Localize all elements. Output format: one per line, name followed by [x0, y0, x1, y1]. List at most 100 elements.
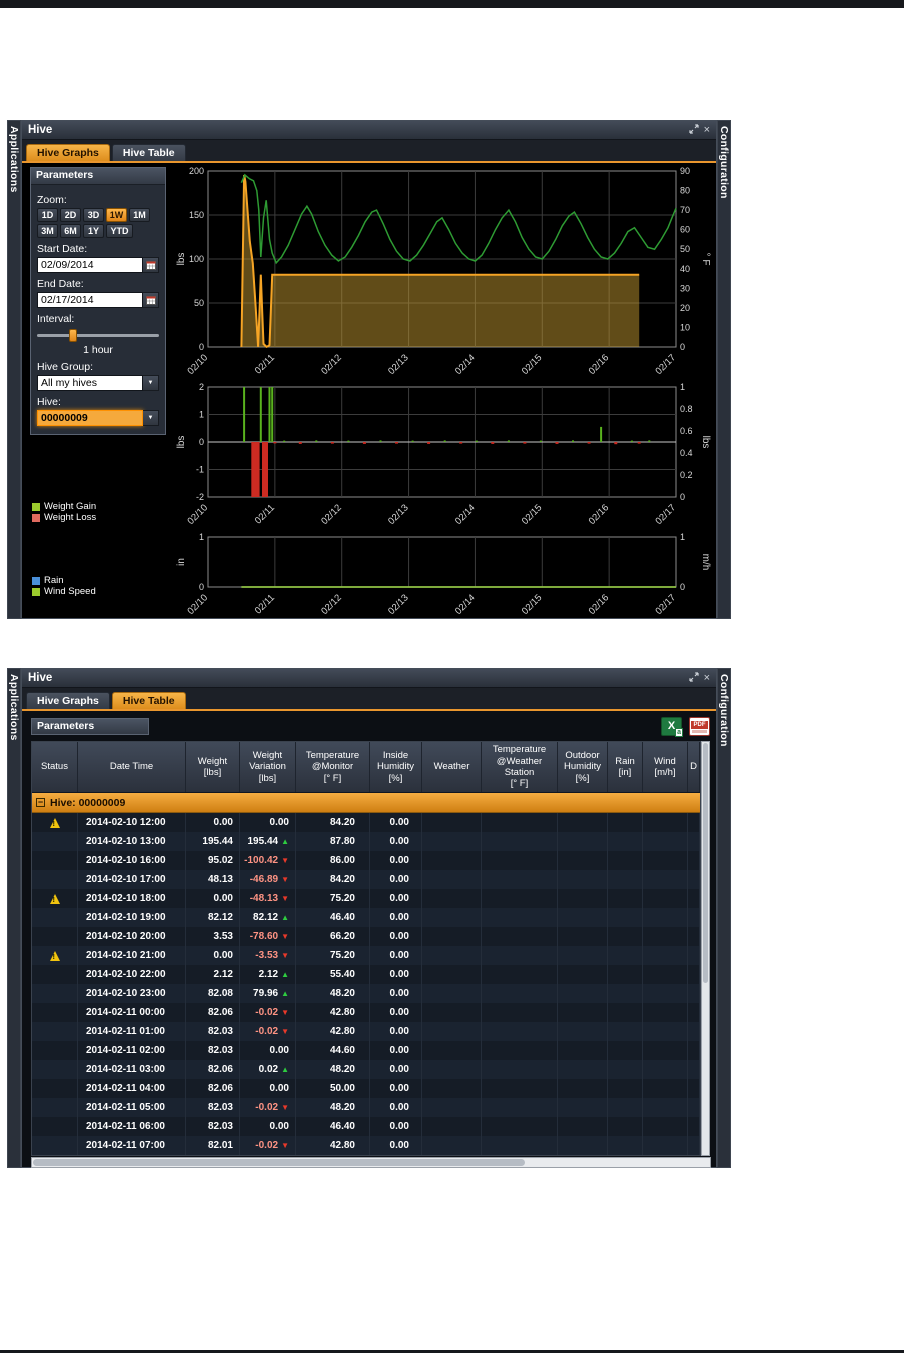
cell-inside-humidity: 0.00 — [370, 965, 422, 984]
end-date-input[interactable] — [37, 292, 143, 308]
configuration-side-tab[interactable]: Configuration — [717, 120, 731, 619]
close-icon[interactable]: × — [704, 124, 710, 136]
applications-side-tab[interactable]: Applications — [7, 120, 21, 619]
column-header-10[interactable]: Rain [in] — [608, 742, 643, 792]
horizontal-scrollbar[interactable] — [31, 1157, 711, 1168]
cell-temperature-monitor: 46.40 — [296, 1117, 370, 1136]
start-date-input[interactable] — [37, 257, 143, 273]
column-header-4[interactable]: Weight Variation [lbs] — [240, 742, 296, 792]
cell-wind — [643, 1098, 688, 1117]
table-body: ! 2014-02-10 12:00 0.00 0.00 84.20 0.00 2014-0… — [32, 813, 700, 1155]
cell-temperature-weather-station — [482, 1098, 558, 1117]
hive-group-select[interactable] — [37, 375, 143, 391]
slider-track[interactable] — [37, 334, 159, 337]
table-row[interactable]: 2014-02-11 04:00 82.06 0.00 50.00 0.00 — [32, 1079, 700, 1098]
slider-handle[interactable] — [68, 329, 77, 342]
column-header-6[interactable]: Inside Humidity [%] — [370, 742, 422, 792]
cell-status: ! — [32, 813, 78, 832]
resize-icon[interactable] — [688, 123, 699, 137]
cell-temperature-monitor: 42.80 — [296, 1022, 370, 1041]
hive-group-row[interactable]: − Hive: 00000009 — [32, 793, 700, 813]
down-arrow-icon: ▼ — [281, 1103, 289, 1112]
zoom-button-1d[interactable]: 1D — [37, 208, 58, 222]
cell-weight-variation: 2.12 ▲ — [240, 965, 296, 984]
table-row[interactable]: 2014-02-11 02:00 82.03 0.00 44.60 0.00 — [32, 1041, 700, 1060]
cell-rain — [608, 851, 643, 870]
table-row[interactable]: 2014-02-11 07:00 82.01 -0.02 ▼ 42.80 0.00 — [32, 1136, 700, 1155]
tab-hive-graphs[interactable]: Hive Graphs — [26, 692, 110, 709]
table-row[interactable]: 2014-02-11 03:00 82.06 0.02 ▲ 48.20 0.00 — [32, 1060, 700, 1079]
tab-hive-table[interactable]: Hive Table — [111, 144, 186, 161]
cell-temperature-weather-station — [482, 984, 558, 1003]
hive-select[interactable] — [37, 410, 143, 426]
cell-datetime: 2014-02-10 18:00 — [78, 889, 186, 908]
zoom-button-1y[interactable]: 1Y — [83, 224, 104, 238]
zoom-button-1w[interactable]: 1W — [106, 208, 127, 222]
horizontal-scrollbar-thumb[interactable] — [33, 1159, 525, 1166]
cell-rain — [608, 908, 643, 927]
svg-text:30: 30 — [680, 283, 690, 293]
cell-temperature-weather-station — [482, 908, 558, 927]
tab-hive-graphs[interactable]: Hive Graphs — [26, 144, 110, 161]
column-header-7[interactable]: Weather — [422, 742, 482, 792]
vertical-scrollbar-thumb[interactable] — [703, 743, 708, 983]
collapse-icon[interactable]: − — [36, 798, 45, 807]
table-row[interactable]: 2014-02-11 01:00 82.03 -0.02 ▼ 42.80 0.00 — [32, 1022, 700, 1041]
cell-status — [32, 1041, 78, 1060]
table-row[interactable]: 2014-02-11 05:00 82.03 -0.02 ▼ 48.20 0.00 — [32, 1098, 700, 1117]
configuration-side-tab[interactable]: Configuration — [717, 668, 731, 1168]
table-row[interactable]: 2014-02-11 00:00 82.06 -0.02 ▼ 42.80 0.00 — [32, 1003, 700, 1022]
tab-bar: Hive Graphs Hive Table — [22, 688, 716, 709]
parameters-header[interactable]: Parameters — [31, 168, 165, 185]
table-row[interactable]: 2014-02-11 06:00 82.03 0.00 46.40 0.00 — [32, 1117, 700, 1136]
table-row[interactable]: ! 2014-02-10 18:00 0.00 -48.13 ▼ 75.20 0.00 — [32, 889, 700, 908]
zoom-button-1m[interactable]: 1M — [129, 208, 150, 222]
table-row[interactable]: 2014-02-10 20:00 3.53 -78.60 ▼ 66.20 0.00 — [32, 927, 700, 946]
zoom-button-3m[interactable]: 3M — [37, 224, 58, 238]
hive-graphs-screenshot: Applications Hive × Hive Graphs Hive Tab… — [7, 120, 731, 619]
hive-group-dropdown-button[interactable]: ▼ — [143, 375, 159, 391]
table-row[interactable]: 2014-02-10 13:00 195.44 195.44 ▲ 87.80 0.00 — [32, 832, 700, 851]
hive-dropdown-button[interactable]: ▼ — [143, 410, 159, 426]
column-header-1[interactable]: Status — [32, 742, 78, 792]
table-row[interactable]: ! 2014-02-10 21:00 0.00 -3.53 ▼ 75.20 0.00 — [32, 946, 700, 965]
cell-datetime: 2014-02-11 00:00 — [78, 1003, 186, 1022]
applications-side-tab[interactable]: Applications — [7, 668, 21, 1168]
column-header-3[interactable]: Weight [lbs] — [186, 742, 240, 792]
tab-hive-table[interactable]: Hive Table — [111, 692, 186, 709]
zoom-button-ytd[interactable]: YTD — [106, 224, 133, 238]
cell-temperature-monitor: 75.20 — [296, 946, 370, 965]
zoom-button-3d[interactable]: 3D — [83, 208, 104, 222]
zoom-button-2d[interactable]: 2D — [60, 208, 81, 222]
parameters-button[interactable]: Parameters — [31, 717, 149, 735]
svg-text:lbs: lbs — [176, 436, 187, 449]
pdf-export-icon[interactable]: PDF — [689, 716, 710, 736]
svg-text:02/12: 02/12 — [319, 502, 344, 527]
zoom-button-6m[interactable]: 6M — [60, 224, 81, 238]
column-header-2[interactable]: Date Time — [78, 742, 186, 792]
start-date-calendar-button[interactable] — [143, 257, 159, 273]
resize-icon[interactable] — [688, 671, 699, 685]
cell-inside-humidity: 0.00 — [370, 927, 422, 946]
table-row[interactable]: 2014-02-10 19:00 82.12 82.12 ▲ 46.40 0.00 — [32, 908, 700, 927]
end-date-calendar-button[interactable] — [143, 292, 159, 308]
close-icon[interactable]: × — [704, 672, 710, 684]
column-header-11[interactable]: Wind [m/h] — [643, 742, 688, 792]
cell-outdoor-humidity — [558, 832, 608, 851]
table-row[interactable]: ! 2014-02-10 12:00 0.00 0.00 84.20 0.00 — [32, 813, 700, 832]
excel-export-icon[interactable]: X — [661, 716, 684, 737]
table-row[interactable]: 2014-02-10 16:00 95.02 -100.42 ▼ 86.00 0.00 — [32, 851, 700, 870]
column-header-12[interactable]: D — [688, 742, 700, 792]
table-row[interactable]: 2014-02-10 22:00 2.12 2.12 ▲ 55.40 0.00 — [32, 965, 700, 984]
table-row[interactable]: 2014-02-10 23:00 82.08 79.96 ▲ 48.20 0.00 — [32, 984, 700, 1003]
column-header-8[interactable]: Temperature @Weather Station [° F] — [482, 742, 558, 792]
svg-text:0: 0 — [680, 342, 685, 352]
column-header-5[interactable]: Temperature @Monitor [° F] — [296, 742, 370, 792]
table-row[interactable]: 2014-02-10 17:00 48.13 -46.89 ▼ 84.20 0.00 — [32, 870, 700, 889]
vertical-scrollbar[interactable] — [701, 741, 710, 1156]
interval-slider[interactable] — [37, 329, 159, 342]
cell-weight: 2.12 — [186, 965, 240, 984]
table-header-row: Status Date Time Weight [lbs] Weight Variat… — [32, 742, 700, 793]
cell-inside-humidity: 0.00 — [370, 908, 422, 927]
column-header-9[interactable]: Outdoor Humidity [%] — [558, 742, 608, 792]
